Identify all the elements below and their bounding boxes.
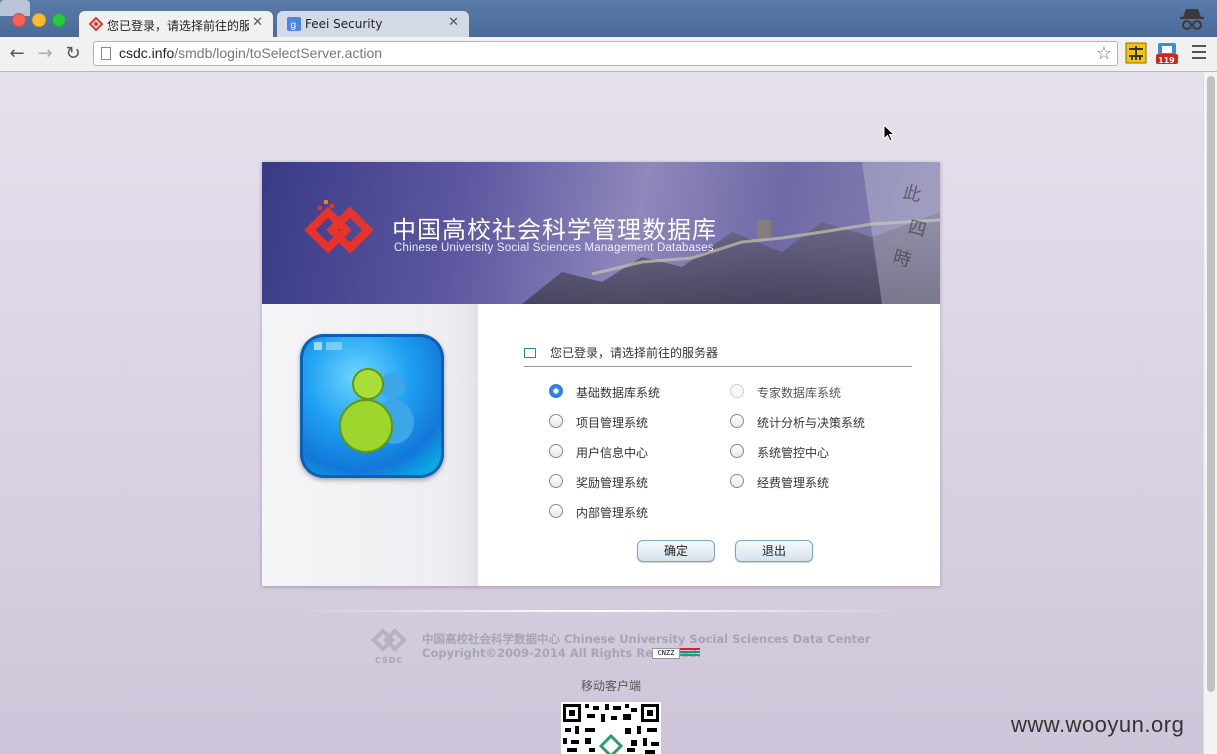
- radio[interactable]: [549, 474, 563, 488]
- monitor-icon: [524, 348, 536, 358]
- address-bar[interactable]: csdc.info/smdb/login/toSelectServer.acti…: [93, 41, 1118, 66]
- csdc-logo-text: CSDC: [375, 656, 404, 665]
- mouse-cursor-icon: [883, 124, 895, 142]
- back-arrow-icon[interactable]: ←: [6, 43, 28, 65]
- option-label: 用户信息中心: [576, 446, 649, 460]
- maximize-window-button[interactable]: [52, 13, 66, 27]
- tab-title: Feei Security: [305, 17, 383, 31]
- option-label: 项目管理系统: [576, 416, 649, 430]
- radio-checked[interactable]: [549, 384, 563, 398]
- bookmark-star-icon[interactable]: ☆: [1096, 43, 1112, 64]
- banner-title: 中国高校社会科学管理数据库: [392, 216, 717, 244]
- qr-code-image: [563, 704, 659, 754]
- radio[interactable]: [730, 474, 744, 488]
- browser-menu-icon[interactable]: [1192, 45, 1206, 61]
- login-panel: 此 四 時 中国高校社会科学管理数据库 Chinese University S…: [262, 162, 940, 586]
- option-label: 奖励管理系统: [576, 476, 649, 490]
- option-label: 专家数据库系统: [757, 386, 842, 400]
- police-badge-icon[interactable]: [680, 648, 700, 658]
- url-host: csdc.info: [119, 45, 175, 61]
- radio[interactable]: [730, 414, 744, 428]
- users-icon: [300, 334, 444, 478]
- tab-title: 您已登录，请选择前往的服务器: [107, 19, 249, 33]
- forward-arrow-icon[interactable]: →: [34, 43, 56, 65]
- vertical-scrollbar[interactable]: [1203, 72, 1217, 754]
- reload-icon[interactable]: ↻: [62, 43, 84, 65]
- tab-feei-security[interactable]: g Feei Security ✕: [277, 11, 469, 37]
- tab-csdc[interactable]: 您已登录，请选择前往的服务器 ✕: [79, 11, 273, 37]
- confirm-button[interactable]: 确定: [637, 540, 715, 562]
- radio[interactable]: [549, 414, 563, 428]
- option-label: 基础数据库系统: [576, 386, 661, 400]
- heading-text: 您已登录，请选择前往的服务器: [550, 346, 719, 360]
- footer-org: 中国高校社会科学数据中心 Chinese University Social S…: [422, 632, 871, 646]
- google-favicon-icon: g: [287, 17, 301, 31]
- watermark-text: www.wooyun.org: [1011, 712, 1185, 737]
- page-icon: [101, 47, 111, 60]
- extension-grid-icon[interactable]: [1125, 42, 1147, 64]
- svg-text:g: g: [291, 20, 297, 31]
- banner-subtitle: Chinese University Social Sciences Manag…: [394, 242, 714, 254]
- close-window-button[interactable]: [12, 13, 26, 27]
- incognito-icon: [1180, 9, 1204, 30]
- site-banner: 此 四 時 中国高校社会科学管理数据库 Chinese University S…: [262, 162, 940, 304]
- url-path: /smdb/login/toSelectServer.action: [174, 45, 383, 61]
- option-label: 统计分析与决策系统: [757, 416, 866, 430]
- url-text[interactable]: csdc.info/smdb/login/toSelectServer.acti…: [119, 45, 382, 61]
- window-titlebar: 您已登录，请选择前往的服务器 ✕ g Feei Security ✕: [0, 0, 1217, 37]
- minimize-window-button[interactable]: [32, 13, 46, 27]
- scrollbar-thumb[interactable]: [1207, 76, 1215, 692]
- close-tab-icon[interactable]: ✕: [448, 15, 459, 30]
- radio[interactable]: [549, 444, 563, 458]
- close-tab-icon[interactable]: ✕: [252, 15, 263, 30]
- radio[interactable]: [549, 504, 563, 518]
- option-label: 经费管理系统: [757, 476, 830, 490]
- option-label: 系统管控中心: [757, 446, 830, 460]
- footer-divider: [300, 610, 900, 612]
- radio-disabled[interactable]: [730, 384, 744, 398]
- extension-badge-count: 119: [1158, 56, 1175, 65]
- qr-code: [561, 702, 661, 754]
- mobile-client-link[interactable]: 移动客户端: [581, 677, 641, 694]
- cnzz-badge[interactable]: CNZZ: [652, 648, 680, 659]
- csdc-logo-icon: [304, 200, 374, 254]
- server-select-heading: 您已登录，请选择前往的服务器: [524, 344, 912, 367]
- option-label: 内部管理系统: [576, 506, 649, 520]
- exit-button[interactable]: 退出: [735, 540, 813, 562]
- browser-toolbar: ← → ↻ csdc.info/smdb/login/toSelectServe…: [0, 37, 1217, 72]
- radio[interactable]: [730, 444, 744, 458]
- page-viewport: 此 四 時 中国高校社会科学管理数据库 Chinese University S…: [0, 72, 1203, 754]
- csdc-favicon-icon: [89, 17, 103, 31]
